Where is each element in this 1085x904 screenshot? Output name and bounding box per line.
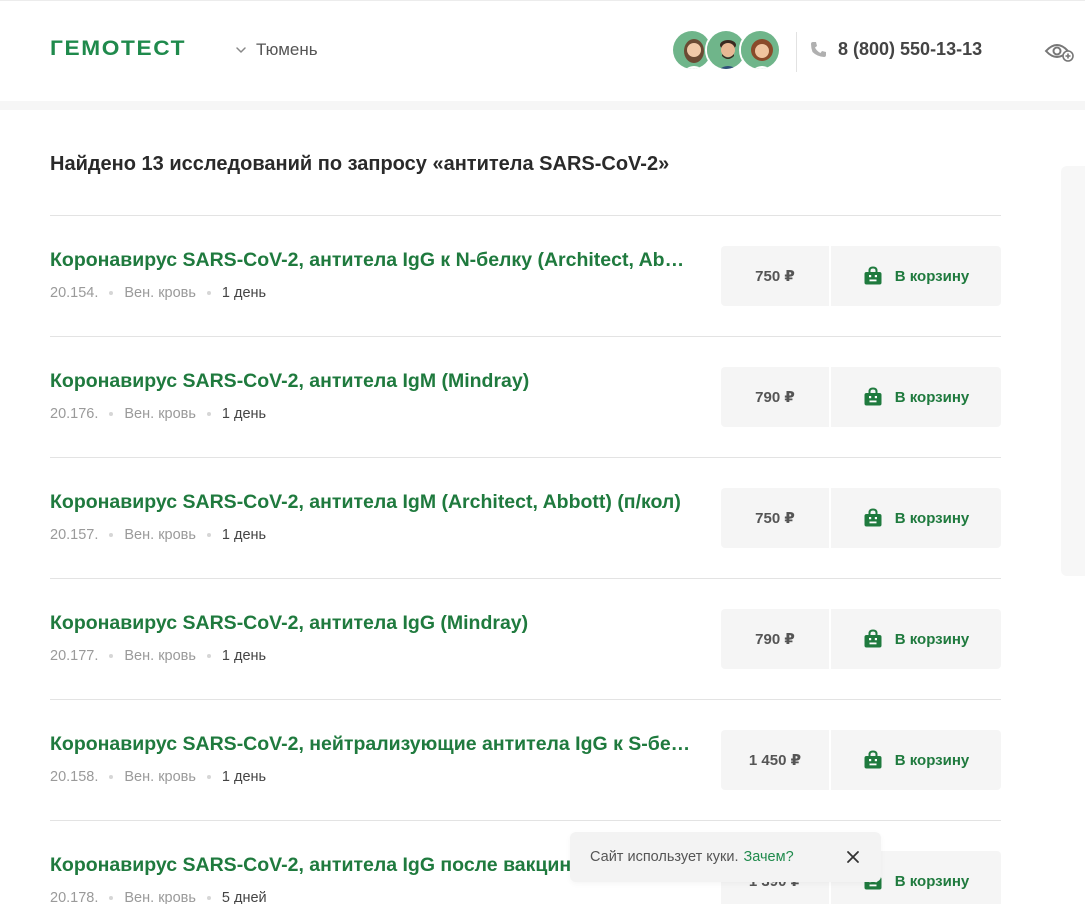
test-code: 20.177. bbox=[50, 648, 99, 664]
test-material: Вен. кровь bbox=[124, 406, 196, 422]
test-duration: 1 день bbox=[221, 648, 267, 664]
add-to-cart-button[interactable]: В корзину bbox=[831, 488, 1001, 548]
test-code: 20.157. bbox=[50, 527, 99, 543]
price-label: 750 ₽ bbox=[721, 488, 829, 548]
test-name-link[interactable]: Коронавирус SARS-CoV-2, антитела IgM (Ar… bbox=[50, 491, 695, 514]
phone-number: 8 (800) 550-13-13 bbox=[838, 39, 983, 59]
site-header: ГЕМОТЕСТ Тюмень 8 (800) 550-13-13 bbox=[0, 0, 1085, 101]
test-code: 20.176. bbox=[50, 406, 99, 422]
list-item: Коронавирус SARS-CoV-2, антитела IgM (Mi… bbox=[50, 336, 1001, 457]
separator-dot bbox=[109, 896, 114, 900]
separator-dot bbox=[206, 896, 211, 900]
add-to-cart-label: В корзину bbox=[894, 388, 970, 406]
separator-dot bbox=[109, 291, 114, 295]
add-to-cart-button[interactable]: В корзину bbox=[831, 367, 1001, 427]
test-name-link[interactable]: Коронавирус SARS-CoV-2, антитела IgG к N… bbox=[50, 249, 695, 272]
separator-dot bbox=[109, 412, 114, 416]
price-label: 790 ₽ bbox=[721, 609, 829, 669]
test-code: 20.154. bbox=[50, 285, 99, 301]
test-duration: 1 день bbox=[221, 285, 267, 301]
test-meta: 20.177. Вен. кровь 1 день bbox=[50, 648, 266, 664]
separator-dot bbox=[206, 412, 211, 416]
shopping-bag-icon bbox=[864, 266, 882, 285]
test-name-link[interactable]: Коронавирус SARS-CoV-2, антитела IgM (Mi… bbox=[50, 370, 695, 393]
add-to-cart-label: В корзину bbox=[894, 267, 970, 285]
site-logo[interactable]: ГЕМОТЕСТ bbox=[50, 37, 186, 61]
city-selector[interactable]: Тюмень bbox=[234, 40, 318, 60]
test-name-link[interactable]: Коронавирус SARS-CoV-2, нейтрализующие а… bbox=[50, 733, 695, 756]
shopping-bag-icon bbox=[864, 750, 882, 769]
test-duration: 1 день bbox=[221, 527, 267, 543]
test-material: Вен. кровь bbox=[124, 648, 196, 664]
separator-dot bbox=[109, 654, 114, 658]
test-duration: 1 день bbox=[221, 769, 267, 785]
shopping-bag-icon bbox=[864, 387, 882, 406]
test-code: 20.158. bbox=[50, 769, 99, 785]
add-to-cart-button[interactable]: В корзину bbox=[831, 609, 1001, 669]
test-material: Вен. кровь bbox=[124, 769, 196, 785]
search-result-title: Найдено 13 исследований по запросу «анти… bbox=[50, 153, 670, 175]
price-label: 750 ₽ bbox=[721, 246, 829, 306]
test-meta: 20.154. Вен. кровь 1 день bbox=[50, 285, 266, 301]
cookie-why-link[interactable]: Зачем? bbox=[743, 849, 793, 865]
test-meta: 20.157. Вен. кровь 1 день bbox=[50, 527, 266, 543]
phone-link[interactable]: 8 (800) 550-13-13 bbox=[808, 39, 982, 60]
header-shadow bbox=[0, 101, 1085, 110]
test-duration: 5 дней bbox=[221, 890, 267, 904]
add-to-cart-label: В корзину bbox=[894, 630, 970, 648]
close-icon[interactable] bbox=[845, 849, 861, 865]
test-code: 20.178. bbox=[50, 890, 99, 904]
test-meta: 20.178. Вен. кровь 5 дней bbox=[50, 890, 267, 904]
test-duration: 1 день bbox=[221, 406, 267, 422]
test-material: Вен. кровь bbox=[124, 890, 196, 904]
price-label: 790 ₽ bbox=[721, 367, 829, 427]
avatar bbox=[739, 29, 781, 71]
test-material: Вен. кровь bbox=[124, 527, 196, 543]
add-to-cart-label: В корзину bbox=[894, 509, 970, 527]
results-list: Коронавирус SARS-CoV-2, антитела IgG к N… bbox=[50, 215, 1001, 904]
add-to-cart-button[interactable]: В корзину bbox=[831, 730, 1001, 790]
test-meta: 20.176. Вен. кровь 1 день bbox=[50, 406, 266, 422]
test-name-link[interactable]: Коронавирус SARS-CoV-2, антитела IgG (Mi… bbox=[50, 612, 695, 635]
list-item: Коронавирус SARS-CoV-2, антитела IgM (Ar… bbox=[50, 457, 1001, 578]
separator-dot bbox=[206, 775, 211, 779]
list-item: Коронавирус SARS-CoV-2, нейтрализующие а… bbox=[50, 699, 1001, 820]
cookie-notice: Сайт использует куки. Зачем? bbox=[570, 832, 881, 882]
add-to-cart-label: В корзину bbox=[894, 872, 970, 890]
separator-dot bbox=[206, 533, 211, 537]
separator-dot bbox=[109, 533, 114, 537]
side-panel bbox=[1061, 166, 1085, 576]
shopping-bag-icon bbox=[864, 629, 882, 648]
eye-plus-icon[interactable] bbox=[1044, 39, 1074, 65]
header-divider bbox=[796, 32, 797, 72]
chevron-down-icon bbox=[236, 47, 246, 53]
list-item: Коронавирус SARS-CoV-2, антитела IgG (Mi… bbox=[50, 578, 1001, 699]
list-item: Коронавирус SARS-CoV-2, антитела IgG к N… bbox=[50, 215, 1001, 336]
separator-dot bbox=[109, 775, 114, 779]
cookie-text: Сайт использует куки. bbox=[590, 849, 739, 865]
test-material: Вен. кровь bbox=[124, 285, 196, 301]
add-to-cart-label: В корзину bbox=[894, 751, 970, 769]
add-to-cart-button[interactable]: В корзину bbox=[831, 246, 1001, 306]
separator-dot bbox=[206, 291, 211, 295]
phone-icon bbox=[811, 41, 826, 57]
price-label: 1 450 ₽ bbox=[721, 730, 829, 790]
separator-dot bbox=[206, 654, 211, 658]
doctor-avatars[interactable] bbox=[671, 29, 781, 71]
shopping-bag-icon bbox=[864, 508, 882, 527]
city-label: Тюмень bbox=[256, 40, 318, 59]
test-meta: 20.158. Вен. кровь 1 день bbox=[50, 769, 266, 785]
